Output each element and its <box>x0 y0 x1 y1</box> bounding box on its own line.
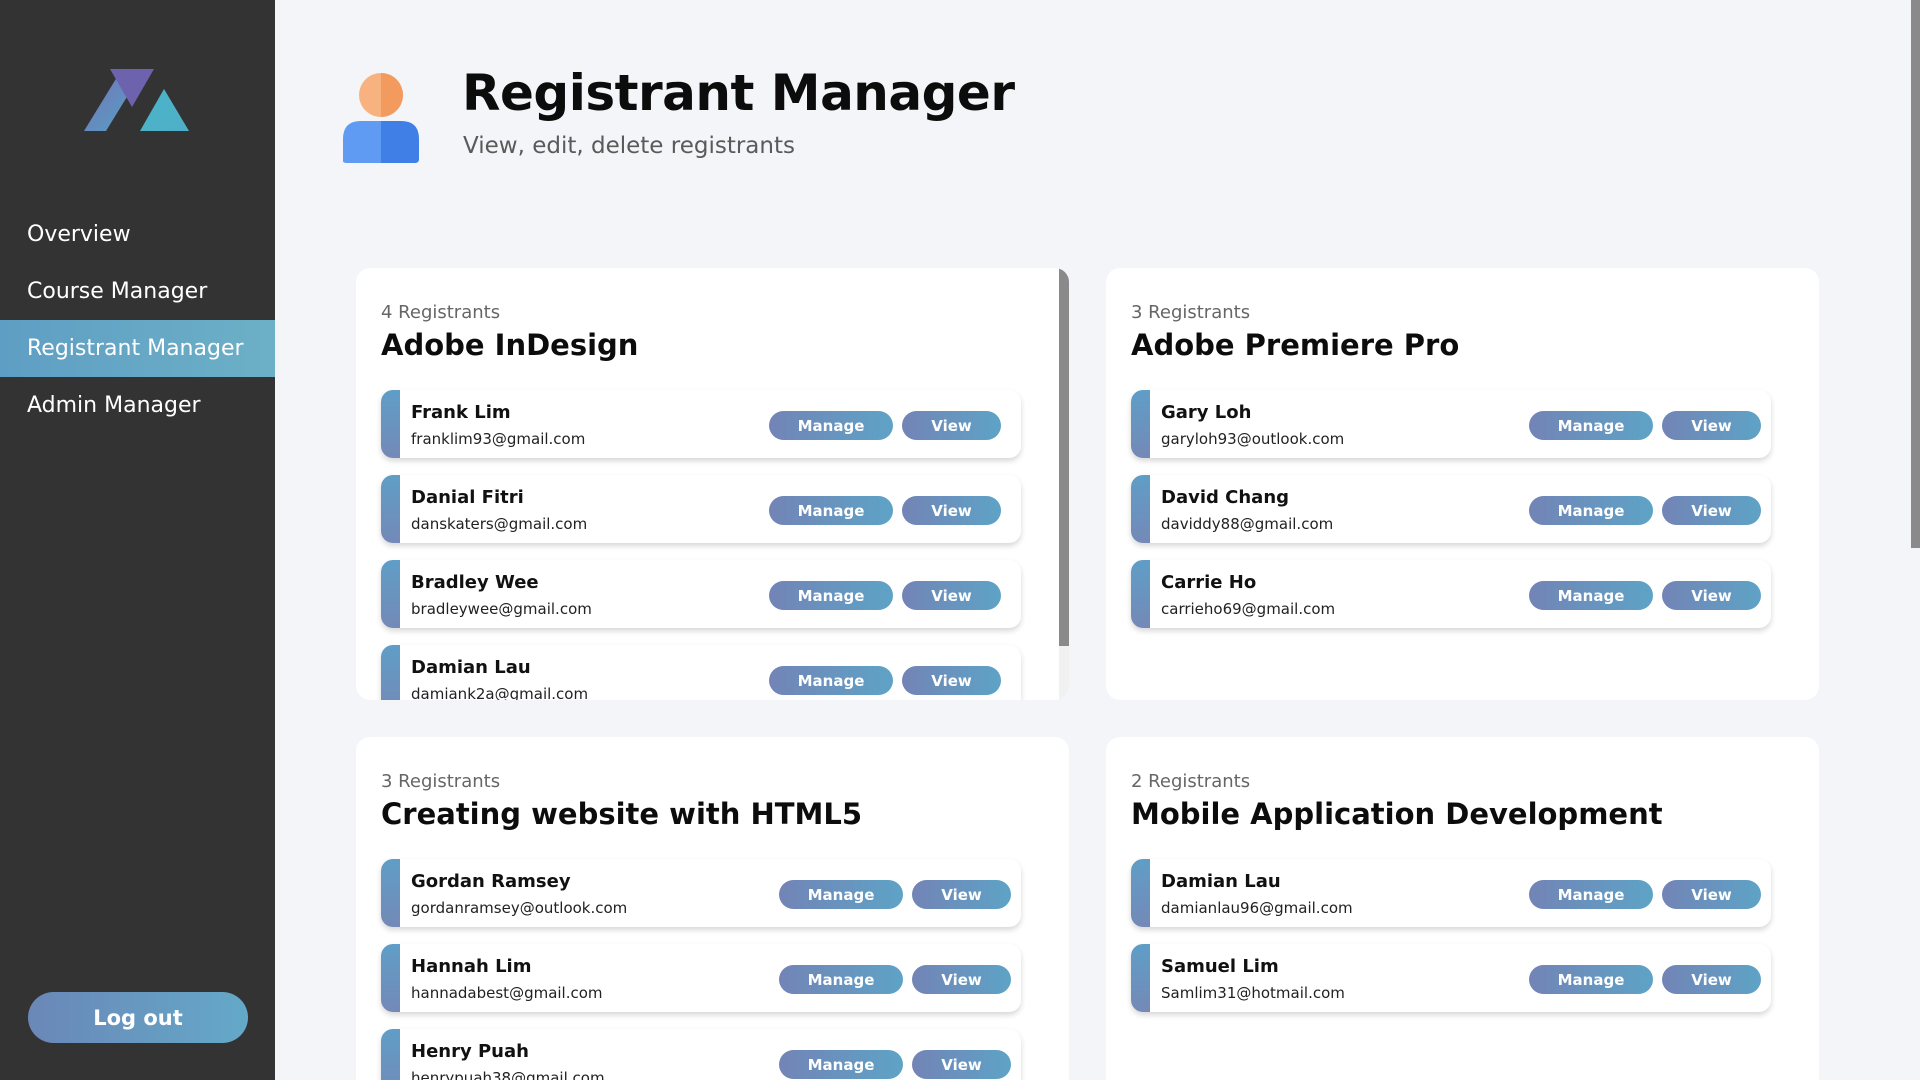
sidebar: Overview Course Manager Registrant Manag… <box>0 0 275 1080</box>
registrant-row: Danial Fitri danskaters@gmail.com Manage… <box>381 475 1021 543</box>
registrant-row: Carrie Ho carrieho69@gmail.com Manage Vi… <box>1131 560 1771 628</box>
registrant-name: Carrie Ho <box>1161 572 1257 593</box>
page-title: Registrant Manager <box>462 64 1015 122</box>
registrant-row: David Chang daviddy88@gmail.com Manage V… <box>1131 475 1771 543</box>
page-subtitle: View, edit, delete registrants <box>463 133 795 159</box>
view-button[interactable]: View <box>1662 581 1761 610</box>
registrant-name: Damian Lau <box>1161 871 1281 892</box>
registrant-name: Hannah Lim <box>411 956 532 977</box>
view-button[interactable]: View <box>902 666 1001 695</box>
view-button[interactable]: View <box>912 965 1011 994</box>
manage-button[interactable]: Manage <box>769 411 893 440</box>
manage-button[interactable]: Manage <box>769 496 893 525</box>
page-scrollbar-thumb[interactable] <box>1911 0 1920 548</box>
registrant-name: Gordan Ramsey <box>411 871 571 892</box>
course-card-adobe-indesign: 4 Registrants Adobe InDesign Frank Lim f… <box>356 268 1069 700</box>
registrant-name: Bradley Wee <box>411 572 539 593</box>
registrant-count: 3 Registrants <box>381 771 501 792</box>
user-icon <box>343 73 419 163</box>
manage-button[interactable]: Manage <box>769 666 893 695</box>
registrant-email: Samlim31@hotmail.com <box>1161 984 1345 1002</box>
manage-button[interactable]: Manage <box>1529 496 1653 525</box>
registrant-name: Danial Fitri <box>411 487 524 508</box>
manage-button[interactable]: Manage <box>779 965 903 994</box>
registrant-row: Frank Lim franklim93@gmail.com Manage Vi… <box>381 390 1021 458</box>
registrant-row: Gary Loh garyloh93@outlook.com Manage Vi… <box>1131 390 1771 458</box>
registrant-row: Samuel Lim Samlim31@hotmail.com Manage V… <box>1131 944 1771 1012</box>
registrant-email: bradleywee@gmail.com <box>411 600 592 618</box>
registrant-email: danskaters@gmail.com <box>411 515 588 533</box>
course-card-adobe-premiere-pro: 3 Registrants Adobe Premiere Pro Gary Lo… <box>1106 268 1819 700</box>
view-button[interactable]: View <box>1662 411 1761 440</box>
course-card-mobile-app-development: 2 Registrants Mobile Application Develop… <box>1106 737 1819 1080</box>
course-card-creating-website-html5: 3 Registrants Creating website with HTML… <box>356 737 1069 1080</box>
sidebar-item-registrant-manager[interactable]: Registrant Manager <box>0 320 275 377</box>
registrant-email: garyloh93@outlook.com <box>1161 430 1345 448</box>
view-button[interactable]: View <box>1662 880 1761 909</box>
card-scrollbar-thumb[interactable] <box>1059 268 1069 646</box>
registrant-count: 3 Registrants <box>1131 302 1251 323</box>
view-button[interactable]: View <box>912 880 1011 909</box>
sidebar-nav: Overview Course Manager Registrant Manag… <box>0 206 275 434</box>
sidebar-item-course-manager[interactable]: Course Manager <box>0 263 275 320</box>
registrant-name: Frank Lim <box>411 402 511 423</box>
registrant-email: franklim93@gmail.com <box>411 430 586 448</box>
view-button[interactable]: View <box>912 1050 1011 1079</box>
registrant-row: Damian Lau damianlau96@gmail.com Manage … <box>1131 859 1771 927</box>
course-title: Adobe InDesign <box>381 328 639 362</box>
view-button[interactable]: View <box>902 496 1001 525</box>
registrant-email: daviddy88@gmail.com <box>1161 515 1334 533</box>
view-button[interactable]: View <box>902 581 1001 610</box>
manage-button[interactable]: Manage <box>769 581 893 610</box>
registrant-row: Hannah Lim hannadabest@gmail.com Manage … <box>381 944 1021 1012</box>
registrant-email: henrypuah38@gmail.com <box>411 1069 605 1080</box>
registrant-row: Henry Puah henrypuah38@gmail.com Manage … <box>381 1029 1021 1080</box>
logout-button[interactable]: Log out <box>28 992 248 1043</box>
view-button[interactable]: View <box>902 411 1001 440</box>
view-button[interactable]: View <box>1662 496 1761 525</box>
registrant-name: David Chang <box>1161 487 1290 508</box>
registrant-name: Gary Loh <box>1161 402 1252 423</box>
logo-mark <box>84 69 189 131</box>
registrant-email: damiank2a@gmail.com <box>411 685 589 700</box>
manage-button[interactable]: Manage <box>1529 880 1653 909</box>
registrant-email: carrieho69@gmail.com <box>1161 600 1336 618</box>
registrant-row: Bradley Wee bradleywee@gmail.com Manage … <box>381 560 1021 628</box>
registrant-row: Gordan Ramsey gordanramsey@outlook.com M… <box>381 859 1021 927</box>
registrant-name: Samuel Lim <box>1161 956 1279 977</box>
registrant-count: 4 Registrants <box>381 302 501 323</box>
course-title: Mobile Application Development <box>1131 797 1663 831</box>
manage-button[interactable]: Manage <box>1529 411 1653 440</box>
registrant-email: hannadabest@gmail.com <box>411 984 603 1002</box>
course-title: Creating website with HTML5 <box>381 797 863 831</box>
registrant-name: Damian Lau <box>411 657 531 678</box>
manage-button[interactable]: Manage <box>1529 581 1653 610</box>
registrant-name: Henry Puah <box>411 1041 529 1062</box>
registrant-count: 2 Registrants <box>1131 771 1251 792</box>
page-scrollbar[interactable] <box>1909 0 1920 1080</box>
registrant-email: gordanramsey@outlook.com <box>411 899 628 917</box>
manage-button[interactable]: Manage <box>779 1050 903 1079</box>
card-scrollbar[interactable] <box>1059 268 1069 700</box>
manage-button[interactable]: Manage <box>779 880 903 909</box>
view-button[interactable]: View <box>1662 965 1761 994</box>
course-title: Adobe Premiere Pro <box>1131 328 1460 362</box>
sidebar-item-overview[interactable]: Overview <box>0 206 275 263</box>
manage-button[interactable]: Manage <box>1529 965 1653 994</box>
sidebar-item-admin-manager[interactable]: Admin Manager <box>0 377 275 434</box>
registrant-email: damianlau96@gmail.com <box>1161 899 1353 917</box>
registrant-row: Damian Lau damiank2a@gmail.com Manage Vi… <box>381 645 1021 700</box>
